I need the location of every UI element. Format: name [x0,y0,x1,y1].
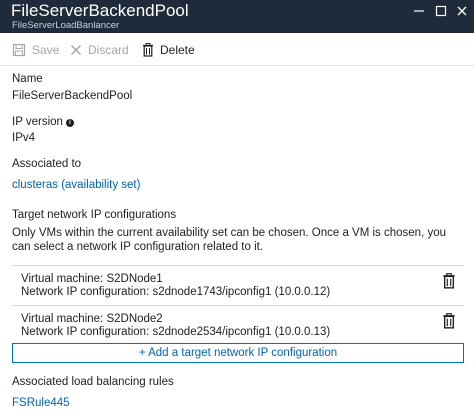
lb-rules-label: Associated load balancing rules [12,376,174,388]
maximize-icon[interactable] [434,4,448,18]
save-icon [12,43,26,57]
lb-rule-link[interactable]: FSRule445 [12,397,70,409]
vm-name: Virtual machine: S2DNode1 [21,273,163,285]
vm-name: Virtual machine: S2DNode2 [21,313,163,325]
target-ip-config-description: Only VMs within the current availability… [12,227,447,253]
command-bar: Save Discard Delete [0,33,474,66]
info-icon[interactable]: i [65,119,74,127]
ip-config-row: Virtual machine: S2DNode2 Network IP con… [12,305,464,345]
trash-icon [142,43,154,57]
ip-version-value: IPv4 [12,132,36,144]
name-label: Name [12,73,43,85]
associated-to-label: Associated to [12,158,82,170]
save-label: Save [32,43,60,57]
ip-version-label-row: IP version i [12,116,74,128]
add-target-ip-config-button[interactable]: + Add a target network IP configuration [12,343,464,363]
discard-x-icon [70,44,82,56]
delete-button[interactable]: Delete [142,42,195,58]
availability-set-link[interactable]: clusteras (availability set) [12,179,140,191]
blade-subtitle: FileServerLoadBanlancer [12,20,120,31]
delete-row-trash-icon[interactable] [442,313,456,329]
delete-label: Delete [160,43,195,57]
discard-label: Discard [88,43,129,57]
close-icon[interactable] [455,4,469,18]
minimize-icon[interactable] [412,4,426,18]
save-button[interactable]: Save [12,42,59,58]
blade-title: FileServerBackendPool [11,1,189,20]
network-ip-config: Network IP configuration: s2dnode2534/ip… [21,326,331,338]
ip-config-row: Virtual machine: S2DNode1 Network IP con… [12,265,464,305]
blade-header: FileServerBackendPool FileServerLoadBanl… [0,0,474,33]
discard-button[interactable]: Discard [70,42,129,58]
delete-row-trash-icon[interactable] [442,273,456,289]
target-ip-config-label: Target network IP configurations [12,209,177,221]
network-ip-config: Network IP configuration: s2dnode1743/ip… [21,286,331,298]
ip-version-label: IP version [12,116,63,128]
name-value: FileServerBackendPool [12,90,133,102]
